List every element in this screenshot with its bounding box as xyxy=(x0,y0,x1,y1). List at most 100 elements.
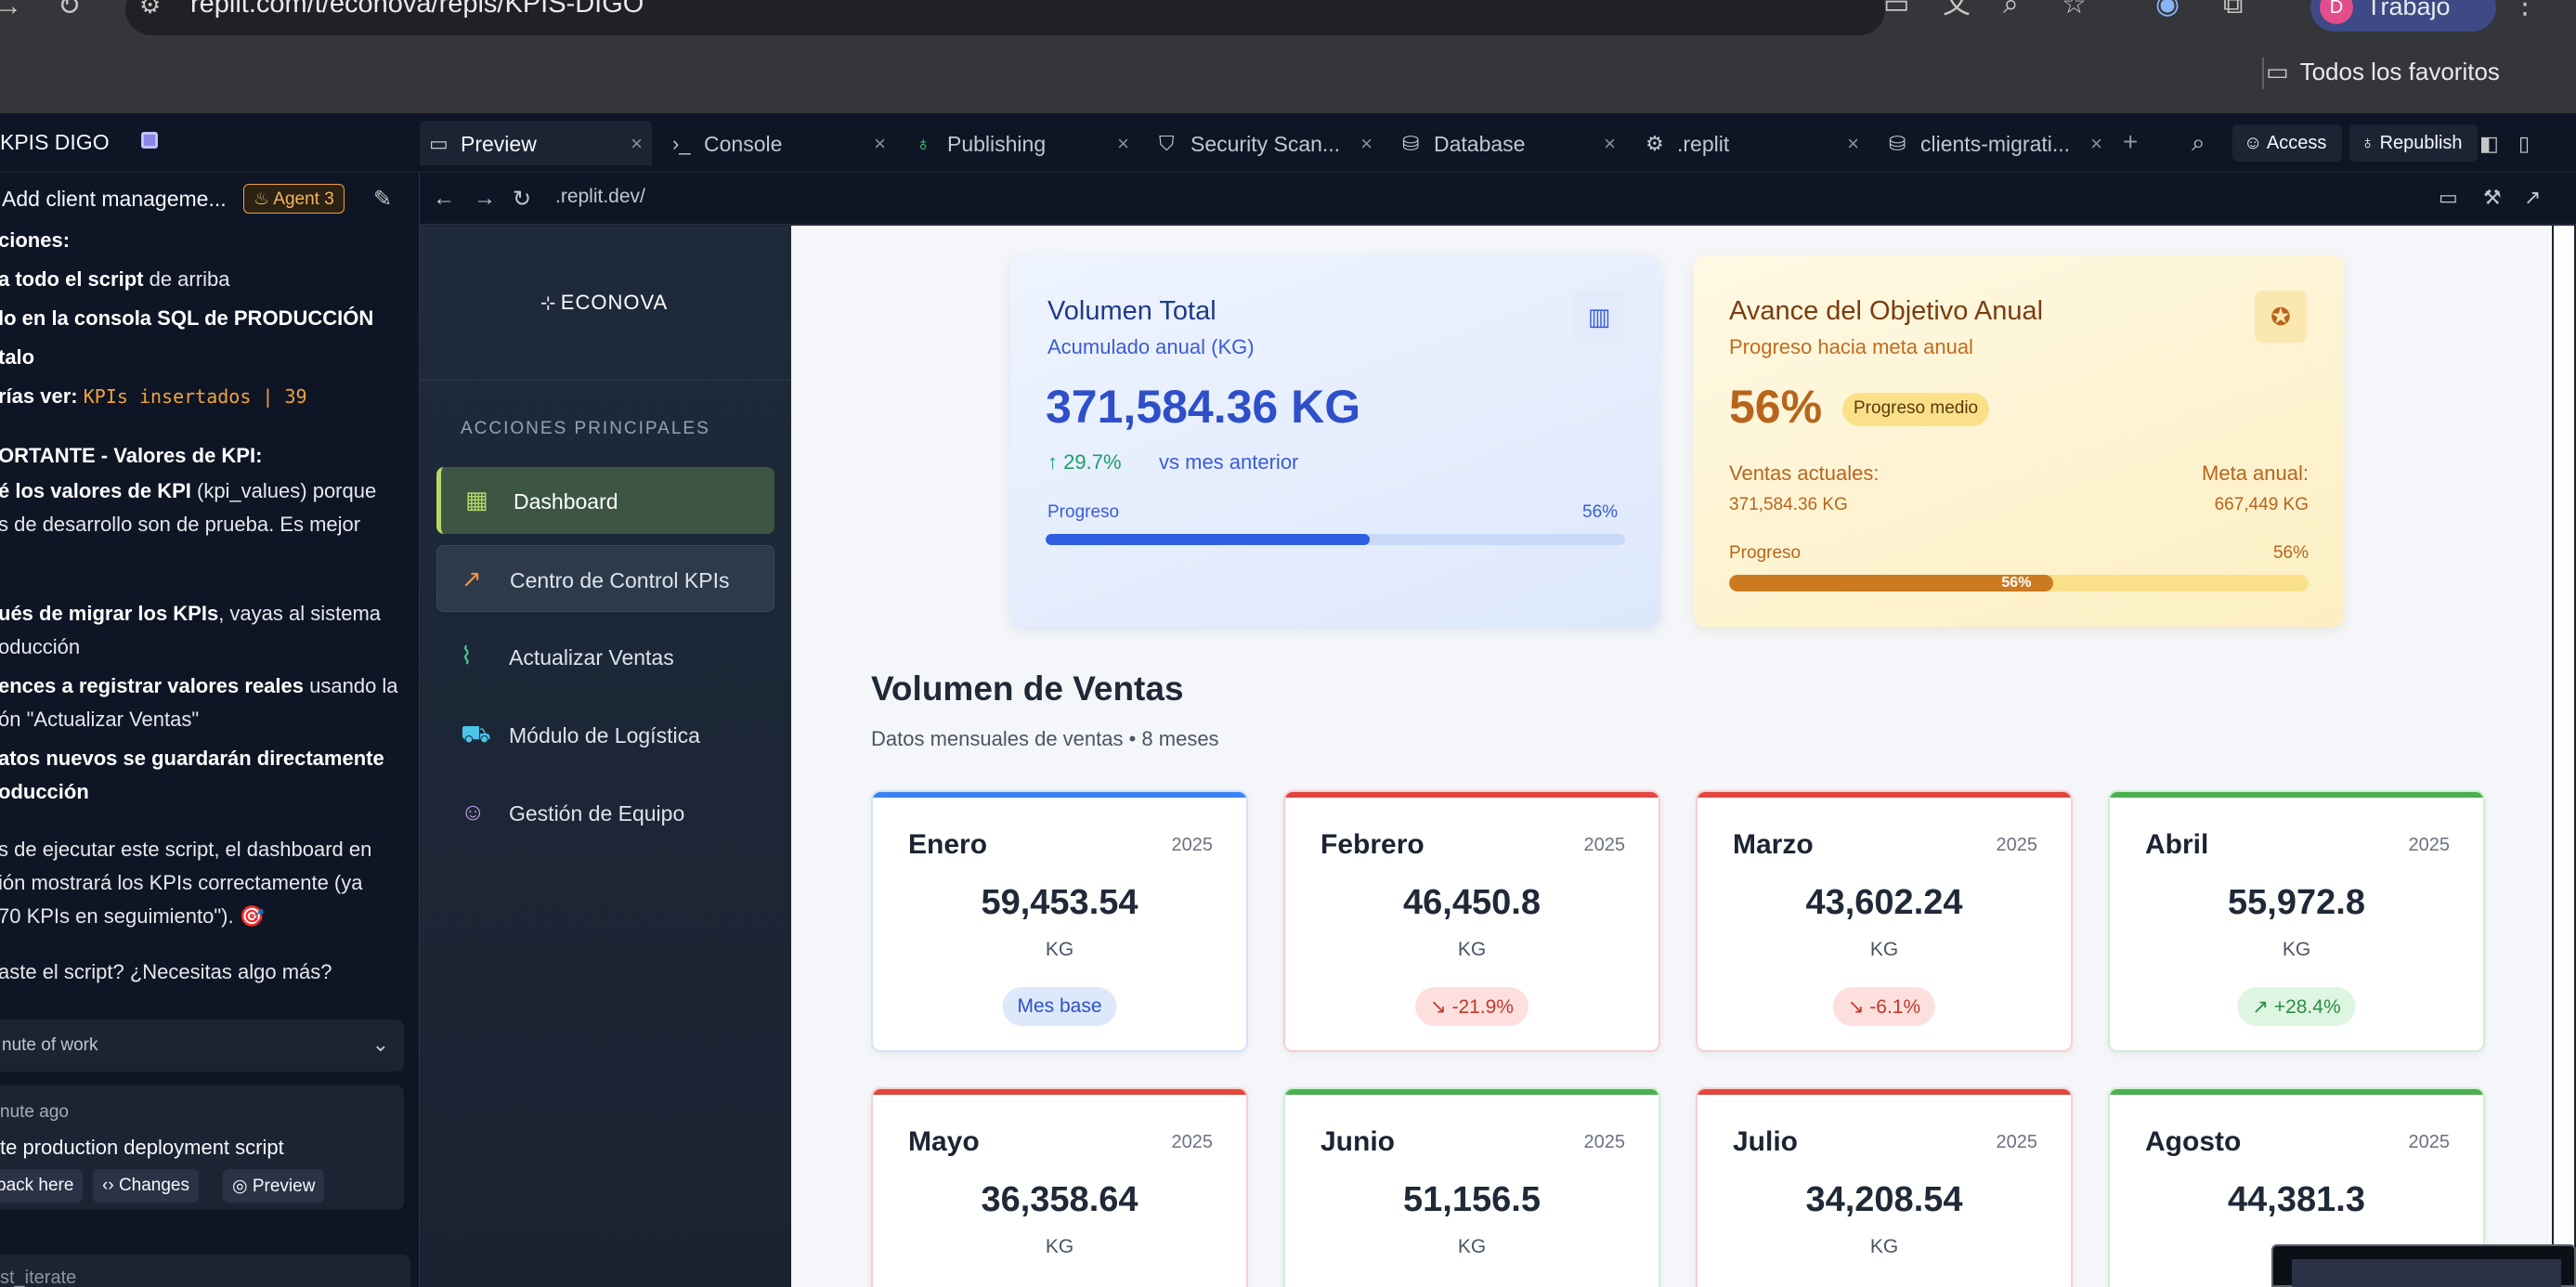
access-button[interactable]: ☺ Access xyxy=(2232,124,2342,162)
wrench-icon[interactable]: ⚒ xyxy=(2483,186,2502,210)
site-settings-icon[interactable]: ⚙ xyxy=(139,0,161,19)
month-card-accent xyxy=(1698,792,2071,798)
profile-label: Trabajo xyxy=(2366,0,2451,20)
trend-down-icon: ↘ xyxy=(1430,996,1452,1018)
month-change-text: -6.1% xyxy=(1869,996,1921,1018)
volume-change: ↑ 29.7% xyxy=(1047,450,1122,474)
search-icon[interactable]: ⌕ xyxy=(2192,128,2205,156)
tab-replit-config[interactable]: ⚙ .replit × xyxy=(1636,121,1868,165)
star-icon[interactable]: ☆ xyxy=(2062,0,2087,19)
bookmarks-folder[interactable]: ▭ Todos los favoritos xyxy=(2266,58,2544,91)
month-unit: KG xyxy=(1869,1236,1899,1257)
publish-icon: ♁ xyxy=(916,132,931,155)
month-year: 2025 xyxy=(1171,835,1214,855)
volume-change-label: vs mes anterior xyxy=(1159,450,1299,474)
devices-icon[interactable]: ▭ xyxy=(2439,186,2458,210)
close-icon[interactable]: × xyxy=(1360,132,1373,156)
nav-dashboard[interactable]: ▦ Dashboard xyxy=(436,467,774,534)
new-chat-icon[interactable]: ✎ xyxy=(373,186,392,214)
menu-icon[interactable]: ⋮ xyxy=(2511,0,2539,19)
preview-reload-icon[interactable]: ↻ xyxy=(513,186,531,213)
rollback-button[interactable]: back here xyxy=(0,1169,84,1202)
picture-in-picture-window[interactable] xyxy=(2271,1244,2576,1287)
month-card: Abril 2025 55,972.8 KG ↗ +28.4% xyxy=(2108,790,2485,1052)
work-summary-toggle[interactable]: nute of work ⌄ xyxy=(0,1020,404,1072)
tab-publishing[interactable]: ♁ Publishing × xyxy=(906,121,1138,165)
close-icon[interactable]: × xyxy=(874,132,886,156)
profile-chip[interactable]: D Trabajo xyxy=(2310,0,2496,32)
award-icon: ✪ xyxy=(2255,291,2307,343)
agent-thread-title[interactable]: Add client manageme... xyxy=(2,187,227,212)
nav-update-sales[interactable]: ⌇ Actualizar Ventas xyxy=(436,623,774,690)
tab-console[interactable]: ›_ Console × xyxy=(663,121,895,165)
zoom-icon[interactable]: ⌕ xyxy=(2003,0,2019,19)
month-change-badge: ↘ -6.1% xyxy=(1832,987,1936,1026)
close-icon[interactable]: × xyxy=(2090,132,2102,156)
scrollbar-thumb[interactable] xyxy=(2554,226,2574,1247)
project-name[interactable]: KPIS DIGO xyxy=(0,130,110,155)
reload-icon[interactable]: ↻ xyxy=(58,0,81,20)
url-text: replit.com/t/econova/repls/KPIS-DIGO xyxy=(190,0,644,19)
goal-progress-label: Progreso xyxy=(1729,543,1802,563)
agent-text-line: ón "Actualizar Ventas" xyxy=(0,708,200,731)
month-year: 2025 xyxy=(2408,1132,2451,1152)
month-value: 36,358.64 xyxy=(981,1180,1138,1219)
nav-kpi-control[interactable]: ↗ Centro de Control KPIs xyxy=(436,545,774,612)
replit-topbar: KPIS DIGO ▭ Preview × ›_ Console × ♁ Publishi… xyxy=(0,113,2576,173)
extension-icon[interactable]: ◉ xyxy=(2155,0,2179,19)
month-change-text: -21.9% xyxy=(1451,996,1514,1018)
preview-scrollbar[interactable] xyxy=(2552,226,2576,1287)
checkpoint-message: te production deployment script xyxy=(0,1136,284,1159)
publish-icon: ♁ xyxy=(2361,133,2380,153)
new-tab-icon[interactable]: + xyxy=(2123,128,2138,156)
panel-icon[interactable]: ▯ xyxy=(2518,130,2530,158)
line-chart-icon: ⌇ xyxy=(461,642,473,670)
agent-text-line: talo xyxy=(0,345,35,369)
month-value: 43,602.24 xyxy=(1805,883,1963,922)
agent-text-line: 70 KPIs en seguimiento"). 🎯 xyxy=(0,904,266,928)
external-link-icon[interactable]: ↗ xyxy=(2524,186,2541,210)
folder-icon: ▭ xyxy=(2266,58,2289,85)
logo-mark-icon: ⊹ xyxy=(540,293,557,314)
month-card-accent xyxy=(2110,792,2483,798)
nav-team[interactable]: ☺ Gestión de Equipo xyxy=(436,779,774,846)
tab-preview[interactable]: ▭ Preview × xyxy=(420,121,652,165)
agent-badge: ♨ Agent 3 xyxy=(243,184,345,214)
tab-security-scan[interactable]: ⛉ Security Scan... × xyxy=(1150,121,1382,165)
close-icon[interactable]: × xyxy=(631,132,643,156)
preview-back-icon[interactable]: ← xyxy=(433,186,455,212)
preview-forward-icon[interactable]: → xyxy=(474,186,496,212)
agent-icon: ♨ xyxy=(254,189,274,209)
month-unit: KG xyxy=(1457,1236,1487,1257)
month-card: Enero 2025 59,453.54 KG Mes base xyxy=(871,790,1248,1052)
goal-sales-value: 371,584.36 KG xyxy=(1729,495,1848,514)
goal-progress-pct: 56% xyxy=(2272,543,2309,563)
month-value: 59,453.54 xyxy=(981,883,1138,922)
republish-button[interactable]: ♁ Republish xyxy=(2349,124,2478,162)
close-icon[interactable]: × xyxy=(1847,132,1859,156)
preview-url[interactable]: .replit.dev/ xyxy=(555,186,645,208)
translate-icon[interactable]: 文 xyxy=(1943,0,1971,19)
close-icon[interactable]: × xyxy=(1604,132,1616,156)
cast-icon[interactable]: ▭ xyxy=(1883,0,1909,19)
changes-button[interactable]: ‹› Changes xyxy=(93,1169,199,1202)
preview-button[interactable]: ◎ Preview xyxy=(223,1169,325,1202)
close-icon[interactable]: × xyxy=(1117,132,1129,156)
agent-text-line: ORTANTE - Valores de KPI: xyxy=(0,444,263,467)
tab-clients-migration[interactable]: ⛁ clients-migrati... × xyxy=(1880,121,2112,165)
database-icon: ⛁ xyxy=(1889,132,1906,155)
layout-icon[interactable]: ◧ xyxy=(2479,130,2499,158)
puzzle-icon[interactable]: ⧉ xyxy=(2223,0,2243,19)
nav-logistics[interactable]: ⛟ Módulo de Logística xyxy=(436,701,774,768)
goal-progress-bar: 56% xyxy=(1729,575,2309,592)
agent-text-line: é los valores de KPI (kpi_values) porque xyxy=(0,479,377,502)
goal-target-value: 667,449 KG xyxy=(2214,495,2309,514)
goal-status-badge: Progreso medio xyxy=(1842,393,1990,426)
user-icon: ☺ xyxy=(2244,133,2267,153)
tab-database[interactable]: ⛁ Database × xyxy=(1393,121,1625,165)
agent-input[interactable]: st_iterate xyxy=(0,1254,410,1287)
month-value: 46,450.8 xyxy=(1403,883,1541,922)
back-icon[interactable]: → xyxy=(0,0,22,20)
month-name: Enero xyxy=(908,829,988,860)
goal-target-label: Meta anual: xyxy=(2202,462,2309,485)
